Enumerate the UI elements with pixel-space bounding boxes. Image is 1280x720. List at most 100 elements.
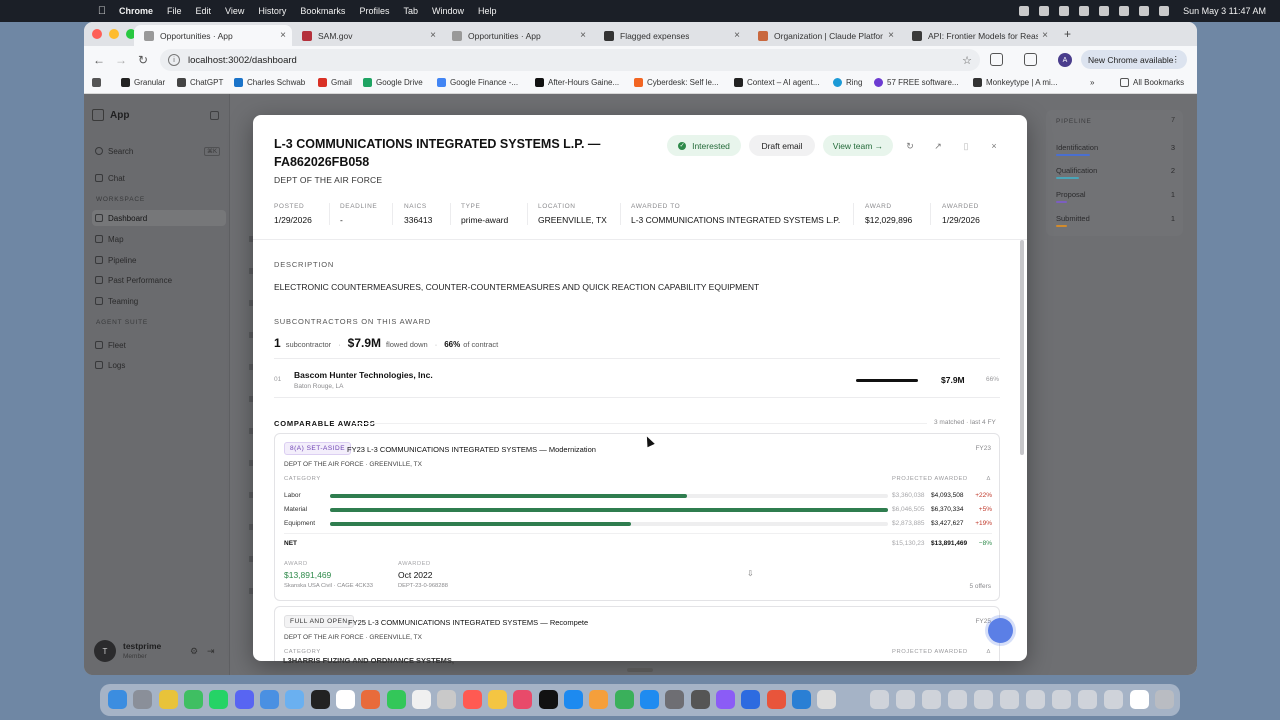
keynote-icon[interactable] [564, 690, 583, 709]
address-bar[interactable]: i localhost:3002/dashboard ☆ [160, 49, 980, 71]
brightness-icon[interactable] [1039, 6, 1050, 16]
settings-gear-icon[interactable]: ⚙ [190, 646, 198, 657]
recent-window-icon[interactable] [948, 690, 967, 709]
recent-window-icon[interactable] [896, 690, 915, 709]
numbers-icon[interactable] [615, 690, 634, 709]
split-view-icon[interactable]: ▯ [957, 137, 975, 155]
recent-window-icon[interactable] [1104, 690, 1123, 709]
claude-icon[interactable] [767, 690, 786, 709]
apple-icon[interactable]:  [95, 4, 109, 18]
new-tab-icon[interactable]: + [1064, 27, 1071, 41]
pipeline-row-submitted[interactable]: Submitted 1 [1056, 214, 1175, 227]
photos-icon[interactable] [361, 690, 380, 709]
bookmark-context[interactable]: Context – AI agent... [734, 78, 820, 87]
pipeline-row-proposal[interactable]: Proposal 1 [1056, 190, 1175, 203]
menu-bookmarks[interactable]: Bookmarks [300, 6, 345, 16]
finder-icon[interactable] [108, 690, 127, 709]
subcontractor-row[interactable]: 01 Bascom Hunter Technologies, Inc. Bato… [274, 358, 1000, 398]
battery-icon[interactable] [1099, 6, 1110, 16]
menu-profiles[interactable]: Profiles [359, 6, 389, 16]
tab-api-frontier[interactable]: API: Frontier Models for Reas × [902, 25, 1054, 46]
more-bookmarks-icon[interactable]: » [1090, 78, 1094, 87]
logout-icon[interactable]: ⇥ [207, 646, 215, 657]
search-icon[interactable] [1139, 6, 1150, 16]
calendar-icon[interactable] [412, 690, 431, 709]
tab-close-icon[interactable]: × [580, 30, 586, 41]
whatsapp-icon[interactable] [209, 690, 228, 709]
menu-tab[interactable]: Tab [403, 6, 418, 16]
card-title[interactable]: FY23 L-3 COMMUNICATIONS INTEGRATED SYSTE… [347, 445, 596, 454]
notes-app-icon[interactable] [488, 690, 507, 709]
back-icon[interactable]: ← [88, 53, 110, 67]
control-center-icon[interactable] [1159, 6, 1170, 16]
menubar-clock[interactable]: Sun May 3 11:47 AM [1183, 6, 1266, 16]
menu-history[interactable]: History [258, 6, 286, 16]
profile-avatar[interactable]: A [1058, 53, 1072, 67]
tab-close-icon[interactable]: × [888, 30, 894, 41]
chrome-icon[interactable] [159, 690, 178, 709]
bookmark-chatgpt[interactable]: ChatGPT [177, 78, 223, 87]
music-icon[interactable] [513, 690, 532, 709]
sparkle-icon[interactable] [1079, 6, 1090, 16]
bookmark-cyberdesk[interactable]: Cyberdesk: Self le... [634, 78, 719, 87]
app-icon[interactable] [285, 690, 304, 709]
apps-grid-icon[interactable] [92, 78, 105, 87]
comparable-award-card[interactable]: FULL AND OPEN FY25 L-3 COMMUNICATIONS IN… [274, 606, 1000, 661]
extensions-icon[interactable] [990, 53, 1003, 66]
menu-window[interactable]: Window [432, 6, 464, 16]
sidebar-item-logs[interactable]: Logs [92, 357, 226, 373]
mail-icon[interactable] [260, 690, 279, 709]
sidebar-item-past-performance[interactable]: Past Performance [92, 272, 226, 288]
bookmark-google-finance[interactable]: Google Finance -... [437, 78, 518, 87]
sidebar-item-map[interactable]: Map [92, 231, 226, 247]
sidebar-item-pipeline[interactable]: Pipeline [92, 252, 226, 268]
bookmark-monkeytype[interactable]: Monkeytype | A mi... [973, 78, 1057, 87]
refresh-icon[interactable]: ↻ [901, 137, 919, 155]
view-team-button[interactable]: View team → [823, 135, 893, 156]
recent-window-icon[interactable] [1078, 690, 1097, 709]
tab-flagged-expenses[interactable]: Flagged expenses × [594, 25, 746, 46]
recent-window-icon[interactable] [974, 690, 993, 709]
tab-close-icon[interactable]: × [430, 30, 436, 41]
menu-file[interactable]: File [167, 6, 182, 16]
app-store-icon[interactable] [640, 690, 659, 709]
vscode-icon[interactable] [792, 690, 811, 709]
document-icon[interactable] [1130, 690, 1149, 709]
bookmark-free-software[interactable]: 57 FREE software... [874, 78, 959, 87]
recent-window-icon[interactable] [1000, 690, 1019, 709]
audio-icon[interactable] [1059, 6, 1070, 16]
url-text[interactable]: localhost:3002/dashboard [188, 55, 297, 66]
sidebar-item-chat[interactable]: Chat [92, 170, 226, 186]
draft-email-button[interactable]: Draft email [749, 135, 815, 156]
bookmark-granular[interactable]: Granular [121, 78, 165, 87]
terminal-icon[interactable] [311, 690, 330, 709]
cast-icon[interactable] [1024, 53, 1037, 66]
pages-icon[interactable] [589, 690, 608, 709]
tab-claude-platform[interactable]: Organization | Claude Platfor × [748, 25, 900, 46]
app-icon[interactable] [716, 690, 735, 709]
pipeline-row-identification[interactable]: Identification 3 [1056, 143, 1175, 156]
wifi-icon[interactable] [1119, 6, 1130, 16]
record-icon[interactable] [1019, 6, 1030, 16]
zoom-icon[interactable] [741, 690, 760, 709]
tab-close-icon[interactable]: × [280, 30, 286, 41]
pipeline-row-qualification[interactable]: Qualification 2 [1056, 166, 1175, 179]
reload-icon[interactable]: ↻ [132, 53, 154, 67]
sidebar-item-teaming[interactable]: Teaming [92, 293, 226, 309]
recent-window-icon[interactable] [1052, 690, 1071, 709]
close-window-button[interactable] [92, 29, 102, 39]
close-icon[interactable]: × [985, 137, 1003, 155]
contacts-icon[interactable] [437, 690, 456, 709]
trash-icon[interactable] [1155, 690, 1174, 709]
modal-scrollbar[interactable] [1020, 240, 1024, 455]
bookmark-ring[interactable]: Ring [833, 78, 862, 87]
tab-opportunities-active[interactable]: Opportunities · App × [134, 25, 292, 46]
comparable-award-card[interactable]: 8(A) SET-ASIDE FY23 L-3 COMMUNICATIONS I… [274, 433, 1000, 601]
collapse-sidebar-icon[interactable] [210, 111, 219, 120]
reminders-icon[interactable] [463, 690, 482, 709]
bookmark-google-drive[interactable]: Google Drive [363, 78, 423, 87]
site-info-icon[interactable]: i [168, 54, 180, 66]
facetime-icon[interactable] [387, 690, 406, 709]
tab-opportunities[interactable]: Opportunities · App × [442, 25, 592, 46]
tab-close-icon[interactable]: × [734, 30, 740, 41]
